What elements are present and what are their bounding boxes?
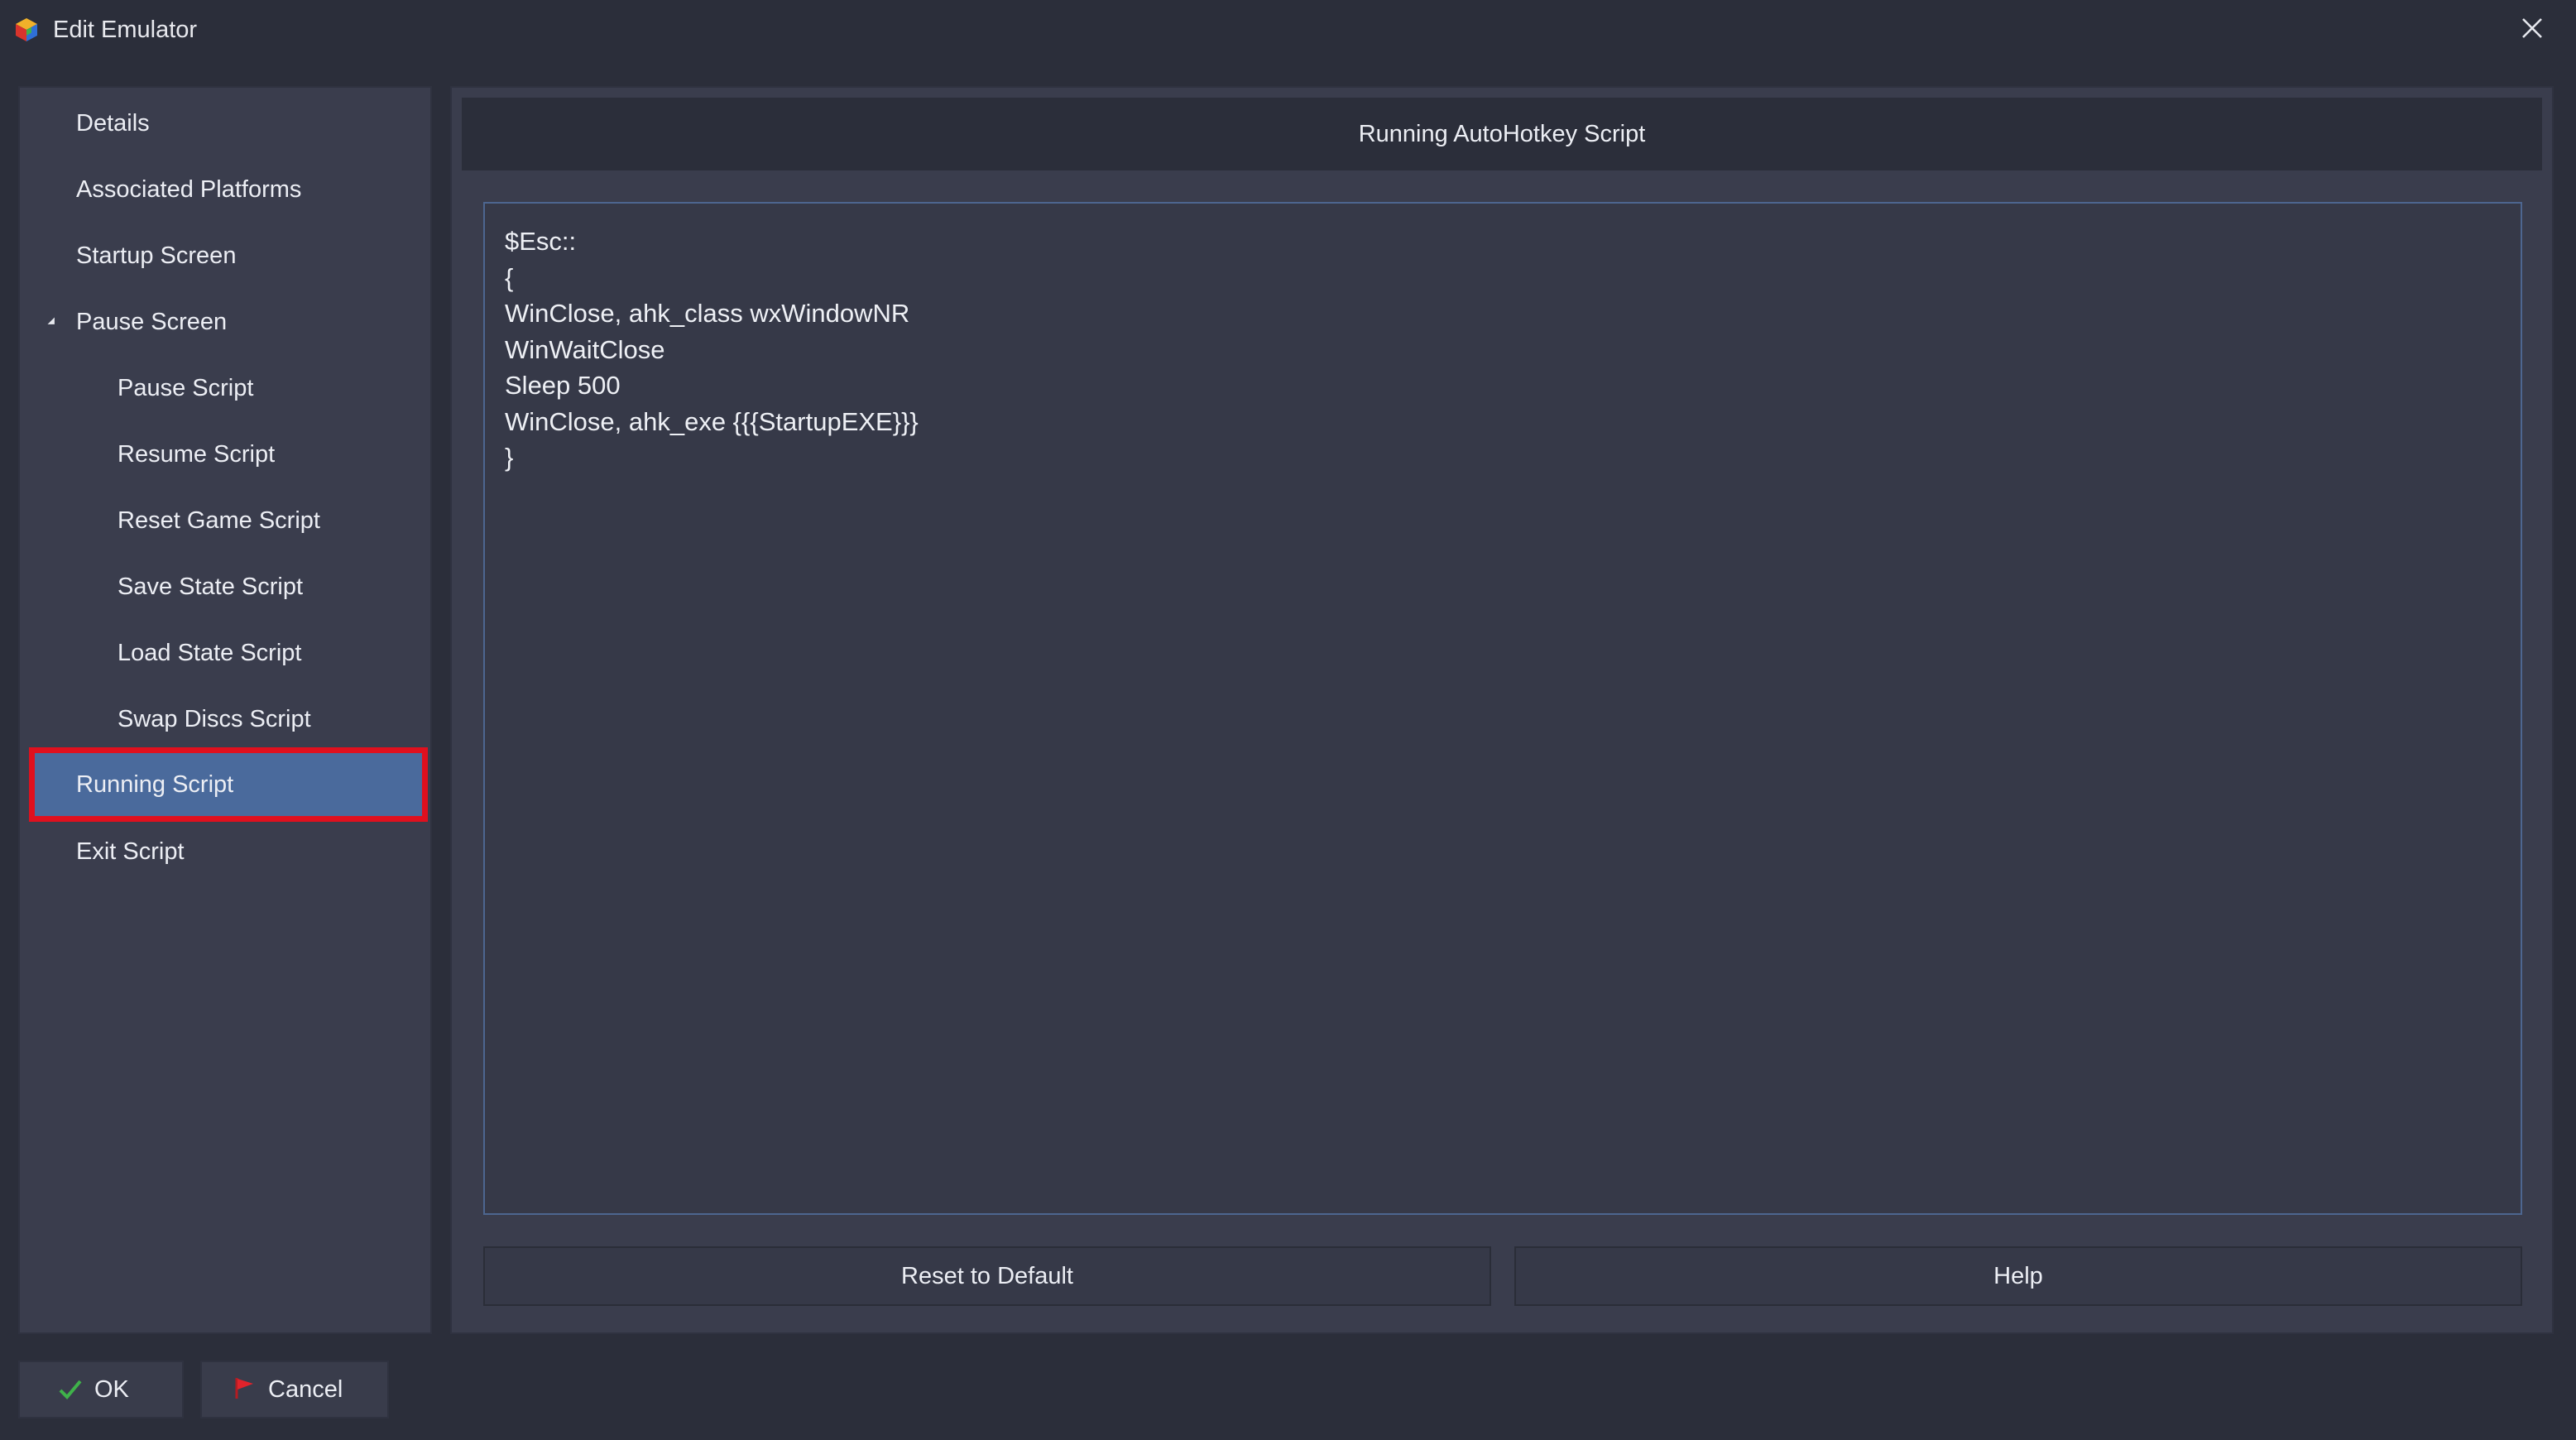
sidebar-item-label: Swap Discs Script [118, 706, 311, 732]
help-button[interactable]: Help [1514, 1246, 2522, 1306]
sidebar-item-label: Resume Script [118, 441, 276, 468]
sidebar-item-label: Running Script [76, 771, 234, 798]
sidebar-item-label: Reset Game Script [118, 507, 320, 534]
reset-to-default-button[interactable]: Reset to Default [483, 1246, 1491, 1306]
sidebar-item-pause-script[interactable]: Pause Script [20, 359, 430, 417]
sidebar-item-label: Details [76, 110, 150, 137]
sidebar-item-save-state-script[interactable]: Save State Script [20, 558, 430, 616]
sidebar-item-exit-script[interactable]: Exit Script [20, 823, 430, 881]
sidebar-item-swap-discs-script[interactable]: Swap Discs Script [20, 690, 430, 748]
ok-button[interactable]: OK [18, 1361, 184, 1418]
title-bar: Edit Emulator [0, 0, 2576, 60]
red-flag-icon [235, 1378, 253, 1399]
close-button[interactable] [2514, 10, 2550, 46]
cancel-label: Cancel [268, 1376, 343, 1403]
sidebar-item-load-state-script[interactable]: Load State Script [20, 624, 430, 682]
settings-sidebar: Details Associated Platforms Startup Scr… [18, 86, 432, 1334]
sidebar-item-reset-game-script[interactable]: Reset Game Script [20, 492, 430, 550]
sidebar-item-associated-platforms[interactable]: Associated Platforms [20, 161, 430, 218]
sidebar-item-startup-screen[interactable]: Startup Screen [20, 227, 430, 285]
window-title: Edit Emulator [53, 17, 198, 43]
ok-label: OK [94, 1376, 129, 1403]
sidebar-item-label: Associated Platforms [76, 176, 302, 203]
sidebar-item-running-script[interactable]: Running Script [29, 747, 428, 822]
expanded-arrow-icon[interactable] [45, 314, 58, 328]
sidebar-item-label: Load State Script [118, 640, 302, 666]
sidebar-item-details[interactable]: Details [20, 94, 430, 152]
app-icon [13, 17, 40, 43]
script-panel: Running AutoHotkey Script $Esc:: { WinCl… [450, 86, 2554, 1334]
sidebar-item-pause-screen[interactable]: Pause Screen [20, 293, 430, 351]
panel-header: Running AutoHotkey Script [462, 98, 2542, 170]
sidebar-item-label: Pause Script [118, 375, 254, 401]
sidebar-item-label: Startup Screen [76, 242, 237, 269]
sidebar-item-resume-script[interactable]: Resume Script [20, 425, 430, 483]
checkmark-icon [59, 1380, 82, 1399]
sidebar-item-label: Exit Script [76, 838, 185, 865]
sidebar-item-label: Save State Script [118, 574, 304, 600]
script-editor[interactable]: $Esc:: { WinClose, ahk_class wxWindowNR … [483, 202, 2522, 1215]
cancel-button[interactable]: Cancel [200, 1361, 389, 1418]
close-icon [2522, 18, 2542, 38]
sidebar-item-label: Pause Screen [76, 309, 228, 335]
